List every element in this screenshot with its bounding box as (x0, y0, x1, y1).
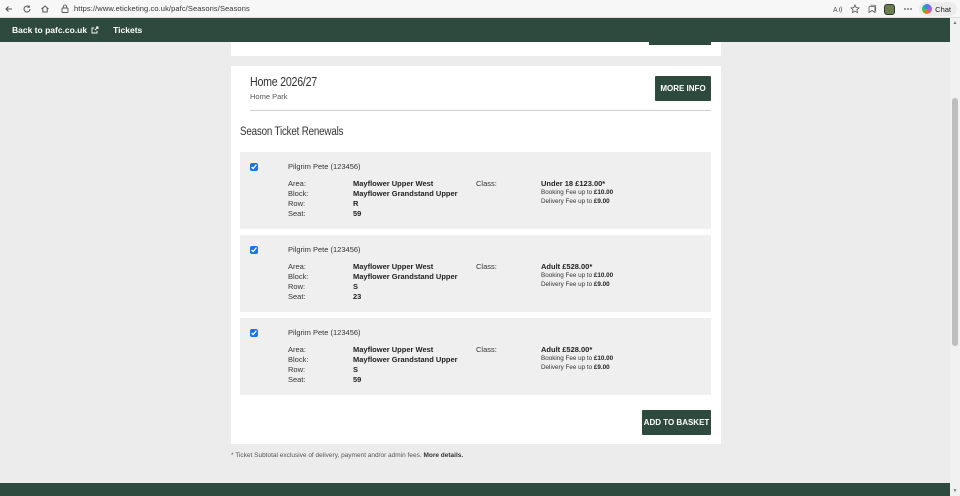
more-icon[interactable] (899, 0, 916, 18)
browser-toolbar: https://www.eticketing.co.uk/pafc/Season… (0, 0, 960, 18)
row-value: R (353, 199, 359, 208)
season-title: Home 2026/27 (250, 74, 317, 89)
read-aloud-icon[interactable]: A (829, 0, 846, 18)
back-arrow-icon[interactable] (0, 0, 18, 18)
star-icon[interactable] (846, 0, 863, 18)
footnote: * Ticket Subtotal exclusive of delivery,… (231, 452, 463, 459)
booking-fee: Booking Fee up to £10.00 (541, 355, 614, 362)
external-link-icon (91, 26, 99, 34)
ticket-holder: Pilgrim Pete (123456) (288, 328, 361, 337)
block-value: Mayflower Grandstand Upper (353, 189, 458, 198)
ticket-checkbox[interactable] (250, 163, 258, 171)
ticket-row: Pilgrim Pete (123456) Area: Block: Row: … (240, 152, 711, 229)
seat-value: 59 (353, 209, 362, 218)
more-details-link[interactable]: More details. (423, 452, 463, 459)
class-label: Class: (476, 345, 497, 354)
row-label: Row: (288, 282, 306, 291)
ticket-row: Pilgrim Pete (123456) Area: Block: Row: … (240, 318, 711, 395)
previous-card-button[interactable] (649, 42, 711, 45)
ticket-checkbox[interactable] (250, 246, 258, 254)
site-nav: Back to pafc.co.uk Tickets (0, 18, 950, 42)
delivery-fee: Delivery Fee up to £9.00 (541, 364, 610, 371)
season-venue: Home Park (250, 92, 288, 101)
price-value: Adult £528.00* (541, 262, 593, 271)
price-value: Under 18 £123.00* (541, 179, 606, 188)
profile-avatar[interactable] (884, 3, 896, 15)
booking-fee: Booking Fee up to £10.00 (541, 189, 614, 196)
booking-fee: Booking Fee up to £10.00 (541, 272, 614, 279)
browser-actions: A Chat (829, 0, 960, 18)
area-label: Area: (288, 345, 306, 354)
row-value: S (353, 365, 359, 374)
copilot-chat-button[interactable]: Chat (919, 2, 957, 16)
home-icon[interactable] (36, 0, 54, 18)
row-label: Row: (288, 199, 306, 208)
ticket-holder: Pilgrim Pete (123456) (288, 245, 361, 254)
page-scrollbar[interactable]: ▲ ▼ (950, 18, 960, 496)
back-to-site-link[interactable]: Back to pafc.co.uk (12, 25, 99, 35)
seat-label: Seat: (288, 375, 306, 384)
seat-label: Seat: (288, 292, 306, 301)
scroll-down-icon[interactable]: ▼ (952, 488, 958, 494)
price-value: Adult £528.00* (541, 345, 593, 354)
svg-text:A: A (833, 7, 838, 14)
block-value: Mayflower Grandstand Upper (353, 355, 458, 364)
collections-icon[interactable] (863, 0, 880, 18)
scroll-up-icon[interactable]: ▲ (952, 20, 958, 26)
back-to-site-label: Back to pafc.co.uk (12, 25, 88, 35)
copilot-icon (922, 4, 933, 14)
url-text[interactable]: https://www.eticketing.co.uk/pafc/Season… (74, 4, 250, 13)
block-label: Block: (288, 355, 309, 364)
area-value: Mayflower Upper West (353, 179, 434, 188)
footer-bar (0, 483, 950, 496)
add-to-basket-button[interactable]: ADD TO BASKET (642, 410, 711, 435)
row-value: S (353, 282, 359, 291)
divider (250, 110, 711, 111)
season-card: Home 2026/27 Home Park MORE INFO Season … (231, 66, 721, 444)
block-label: Block: (288, 272, 309, 281)
renewals-heading: Season Ticket Renewals (240, 126, 344, 138)
ticket-holder: Pilgrim Pete (123456) (288, 162, 361, 171)
area-value: Mayflower Upper West (353, 345, 434, 354)
seat-label: Seat: (288, 209, 306, 218)
ticket-row: Pilgrim Pete (123456) Area: Block: Row: … (240, 235, 711, 312)
more-info-button[interactable]: MORE INFO (655, 76, 711, 101)
area-label: Area: (288, 262, 306, 271)
delivery-fee: Delivery Fee up to £9.00 (541, 198, 610, 205)
ticket-checkbox[interactable] (250, 329, 258, 337)
refresh-icon[interactable] (18, 0, 36, 18)
area-label: Area: (288, 179, 306, 188)
address-bar[interactable]: https://www.eticketing.co.uk/pafc/Season… (60, 2, 250, 16)
area-value: Mayflower Upper West (353, 262, 434, 271)
block-label: Block: (288, 189, 309, 198)
tickets-link[interactable]: Tickets (113, 25, 142, 35)
class-label: Class: (476, 179, 497, 188)
footnote-text: * Ticket Subtotal exclusive of delivery,… (231, 452, 424, 459)
previous-season-card (231, 42, 721, 56)
lock-icon[interactable] (60, 4, 70, 14)
class-label: Class: (476, 262, 497, 271)
scrollbar-thumb[interactable] (952, 98, 958, 346)
delivery-fee: Delivery Fee up to £9.00 (541, 281, 610, 288)
chat-label: Chat (935, 4, 951, 14)
seat-value: 59 (353, 375, 362, 384)
seat-value: 23 (353, 292, 362, 301)
row-label: Row: (288, 365, 306, 374)
block-value: Mayflower Grandstand Upper (353, 272, 458, 281)
